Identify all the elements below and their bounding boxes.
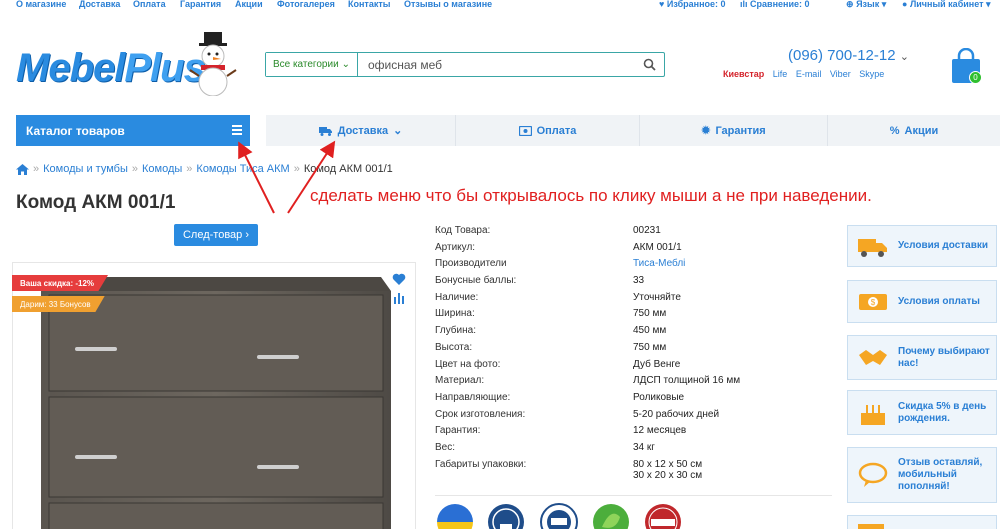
spec-row: Материал: ЛДСП толщиной 16 мм xyxy=(435,375,741,387)
spec-row: Срок изготовления: 5-20 рабочих дней xyxy=(435,408,720,420)
orange-icon xyxy=(858,524,884,529)
spec-row: Бонусные баллы: 33 xyxy=(435,275,645,287)
side-card-delivery[interactable]: Условия доставки xyxy=(847,225,997,267)
spec-row: Код Товара: 00231 xyxy=(435,225,661,236)
handshake-icon xyxy=(859,349,887,365)
spec-row: Цвет на фото: Дуб Венге xyxy=(435,358,681,370)
next-product-button[interactable]: След-товар › xyxy=(174,224,258,246)
divider xyxy=(435,495,832,496)
truck-icon xyxy=(858,239,887,257)
speech-bubble-icon xyxy=(858,462,888,487)
side-card-payment[interactable]: $ Условия оплаты xyxy=(847,280,997,323)
spec-row: Направляющие: Роликовые xyxy=(435,391,685,403)
side-card-why-us[interactable]: Почему выбирают нас! xyxy=(847,335,997,380)
bonus-badge: Дарим: 33 Бонусов xyxy=(12,296,105,312)
spec-row: Наличие: Уточняйте xyxy=(435,291,681,303)
spec-row: Производители Тиса-Меблі xyxy=(435,258,686,270)
ukraine-badge-icon xyxy=(437,504,473,529)
product-specs: Код Товара: 00231 Артикул: АКМ 001/1 Произ… xyxy=(435,225,832,485)
spec-row: Ширина: 750 мм xyxy=(435,308,667,320)
svg-text:$: $ xyxy=(871,298,876,307)
spec-row: Глубина: 450 мм xyxy=(435,325,667,337)
compare-icon[interactable] xyxy=(393,292,405,304)
eco-badge-icon xyxy=(593,504,629,529)
spec-row: Вес: 34 кг xyxy=(435,441,655,453)
manufacturer-link[interactable]: Тиса-Меблі xyxy=(633,258,685,269)
side-card-reviews[interactable]: Отзыв оставляй, мобильный пополняй! xyxy=(847,447,997,503)
money-icon: $ xyxy=(859,293,887,310)
side-card-birthday[interactable]: Скидка 5% в день рождения. xyxy=(847,390,997,435)
bonus-badge-icon xyxy=(645,504,681,529)
spec-row: Артикул: АКМ 001/1 xyxy=(435,241,682,253)
discount-badge: Ваша скидка: -12% xyxy=(12,275,109,291)
quality-badge-icon xyxy=(488,504,524,529)
spec-row: Габариты упаковки: 80 x 12 x 50 см 30 x 20… xyxy=(435,458,703,481)
spec-row: Высота: 750 мм xyxy=(435,341,667,353)
birthday-cake-icon xyxy=(861,404,885,425)
side-card-more[interactable] xyxy=(847,515,997,529)
heart-icon[interactable] xyxy=(392,272,406,286)
chevron-right-icon: › xyxy=(245,229,250,241)
spec-row: Гарантия: 12 месяцев xyxy=(435,425,687,437)
iso-badge-icon xyxy=(540,503,578,529)
